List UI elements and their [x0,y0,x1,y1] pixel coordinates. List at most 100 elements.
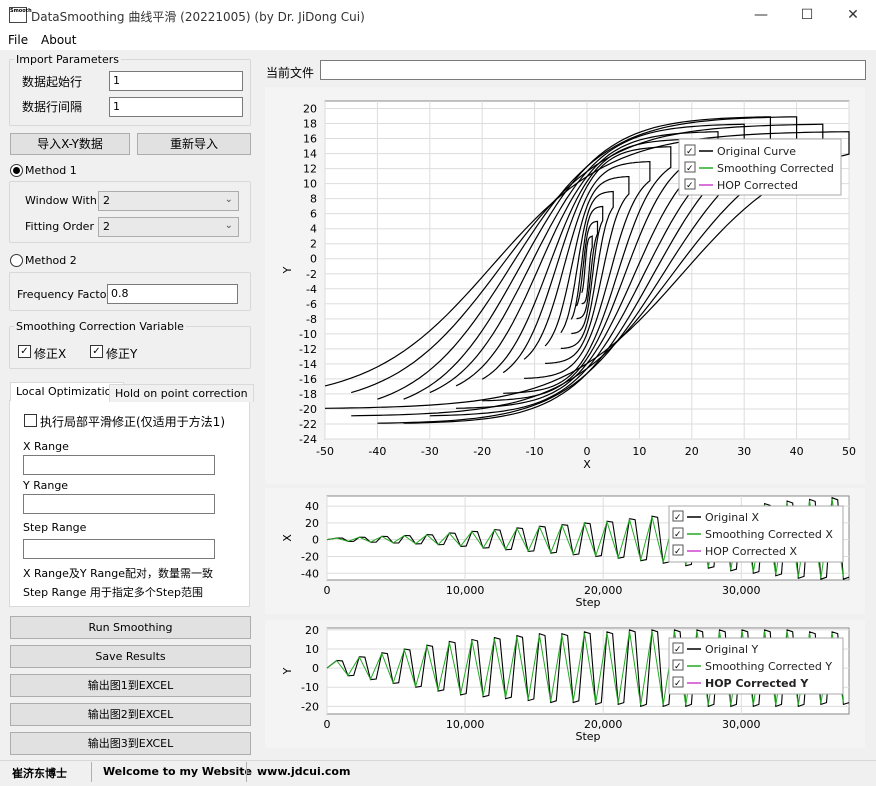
minimize-button[interactable]: — [738,0,784,31]
chart3-legend-check: ✓ [674,679,682,689]
window-with-select[interactable]: 2 ⌄ [98,191,239,211]
close-icon: ✕ [847,7,859,23]
tab-hold-on-point[interactable]: Hold on point correction [109,384,254,402]
start-row-label: 数据起始行 [22,75,83,89]
menu-about[interactable]: About [41,33,76,47]
window-with-label: Window With [25,194,97,207]
window-title: DataSmoothing 曲线平滑 (20221005) (by Dr. Ji… [31,10,365,24]
method1-radio[interactable] [10,164,23,177]
fitting-order-select[interactable]: 2 ⌄ [98,217,239,237]
chart1-legend-check: ✓ [686,147,694,157]
status-website[interactable]: www.jdcui.com [257,765,350,778]
chart1-y-tick-label: -24 [299,433,317,446]
local-smooth-checkbox[interactable] [24,414,37,427]
status-author: 崔济东博士 [12,767,67,780]
chart2-x-axis-label: Step [575,596,600,609]
run-smoothing-button[interactable]: Run Smoothing [10,616,251,639]
chart2-legend-check: ✓ [674,547,682,557]
maximize-icon: ☐ [800,7,814,23]
chart2-x-tick-label: 30,000 [722,584,761,597]
chart1-y-tick-label: 0 [310,253,317,266]
chart3-y-tick-label: 0 [312,662,319,675]
chart1-y-tick-label: 16 [303,133,317,146]
reimport-button[interactable]: 重新导入 [137,133,251,155]
chevron-down-icon: ⌄ [224,220,233,231]
export-chart3-button[interactable]: 输出图3到EXCEL [10,732,251,755]
chart1-y-axis-label: Y [281,266,294,274]
chart2-y-tick-label: 20 [305,517,319,530]
chart1-y-tick-label: 12 [303,163,317,176]
import-xy-button[interactable]: 导入X-Y数据 [10,133,130,155]
current-file-input[interactable] [320,60,866,80]
chart2-y-axis-label: X [281,534,294,542]
chart1-y-tick-label: -12 [299,343,317,356]
chart1-legend-label: HOP Corrected [717,179,798,192]
step-range-input[interactable] [23,539,215,559]
chart2-x-tick-label: 10,000 [446,584,485,597]
chart1-legend-label: Original Curve [717,145,796,158]
method1-label: Method 1 [25,164,77,177]
chart3-panel: 0 10,000 20,000 30,000 20 10 0 -10 -20 Step Y ✓ Orig… [265,620,865,748]
chart1-x-tick-label: -30 [421,445,439,458]
chart1-x-tick-label: -10 [526,445,544,458]
export-chart2-button[interactable]: 输出图2到EXCEL [10,703,251,726]
start-row-input[interactable]: 1 [109,71,243,91]
note-step-range: Step Range 用于指定多个Step范围 [23,586,203,599]
frequency-factor-input[interactable]: 0.8 [107,284,238,304]
maximize-button[interactable]: ☐ [784,0,830,31]
chart1-x-tick-label: 50 [842,445,856,458]
chart2-panel: 0 10,000 20,000 30,000 40 20 0 -20 -40 Step X ✓ Orig… [265,488,865,614]
chart3-y-tick-label: -20 [301,700,319,713]
chart1-legend-check: ✓ [686,181,694,191]
status-welcome[interactable]: Welcome to my Website [103,765,252,778]
chart1-y-tick-label: 6 [310,208,317,221]
chart3-x-tick-label: 30,000 [722,718,761,731]
chart2-y-tick-label: 40 [305,500,319,513]
chart1-y-tick-label: 8 [310,193,317,206]
chart1-y-tick-label: -8 [306,313,317,326]
chart1-y-tick-label: 18 [303,118,317,131]
import-parameters-legend: Import Parameters [14,53,121,66]
chart2-y-tick-label: 0 [312,534,319,547]
fix-x-checkbox[interactable]: ✓ [18,345,31,358]
chart3-legend-label: HOP Corrected Y [705,677,809,690]
x-range-label: X Range [23,440,69,453]
row-interval-input[interactable]: 1 [109,97,243,117]
chart3-legend-label: Original Y [705,643,759,656]
chart2-x-vs-step: 0 10,000 20,000 30,00040200-20-40StepX✓ Orig… [265,488,865,614]
export-chart1-button[interactable]: 输出图1到EXCEL [10,674,251,697]
chart1-y-tick-label: -2 [306,268,317,281]
chevron-down-icon: ⌄ [224,194,233,205]
status-separator [246,762,247,782]
chart2-legend-label: Smoothing Corrected X [705,528,833,541]
status-separator [91,762,92,782]
chart3-y-axis-label: Y [281,667,294,675]
frequency-factor-label: Frequency Factor [17,288,111,301]
current-file-label: 当前文件 [266,66,315,80]
y-range-input[interactable] [23,494,215,514]
close-button[interactable]: ✕ [830,0,876,31]
method2-radio[interactable] [10,254,23,267]
chart1-legend-label: Smoothing Corrected [717,162,834,175]
method2-label: Method 2 [25,254,77,267]
save-results-button[interactable]: Save Results [10,645,251,668]
fix-y-checkbox[interactable]: ✓ [90,345,103,358]
chart1-x-tick-label: 20 [685,445,699,458]
chart3-y-vs-step: 0 10,000 20,000 30,00020100-10-20StepY✓ Orig… [265,620,865,748]
chart1-y-tick-label: -10 [299,328,317,341]
chart1-x-tick-label: 0 [584,445,591,458]
menu-file[interactable]: File [8,33,28,47]
chart2-legend-label: HOP Corrected X [705,545,797,558]
tab-local-optimization[interactable]: Local Optimization [10,382,125,401]
chart1-y-tick-label: 14 [303,148,317,161]
x-range-input[interactable] [23,455,215,475]
fix-x-label: 修正X [34,347,67,361]
app-icon: Smooth [9,7,32,23]
chart3-x-axis-label: Step [575,730,600,743]
chart1-y-tick-label: -18 [299,388,317,401]
chart1-x-tick-label: 30 [737,445,751,458]
chart3-legend-check: ✓ [674,662,682,672]
chart3-y-tick-label: -10 [301,681,319,694]
minimize-icon: — [754,7,768,23]
chart1-y-tick-label: 10 [303,178,317,191]
